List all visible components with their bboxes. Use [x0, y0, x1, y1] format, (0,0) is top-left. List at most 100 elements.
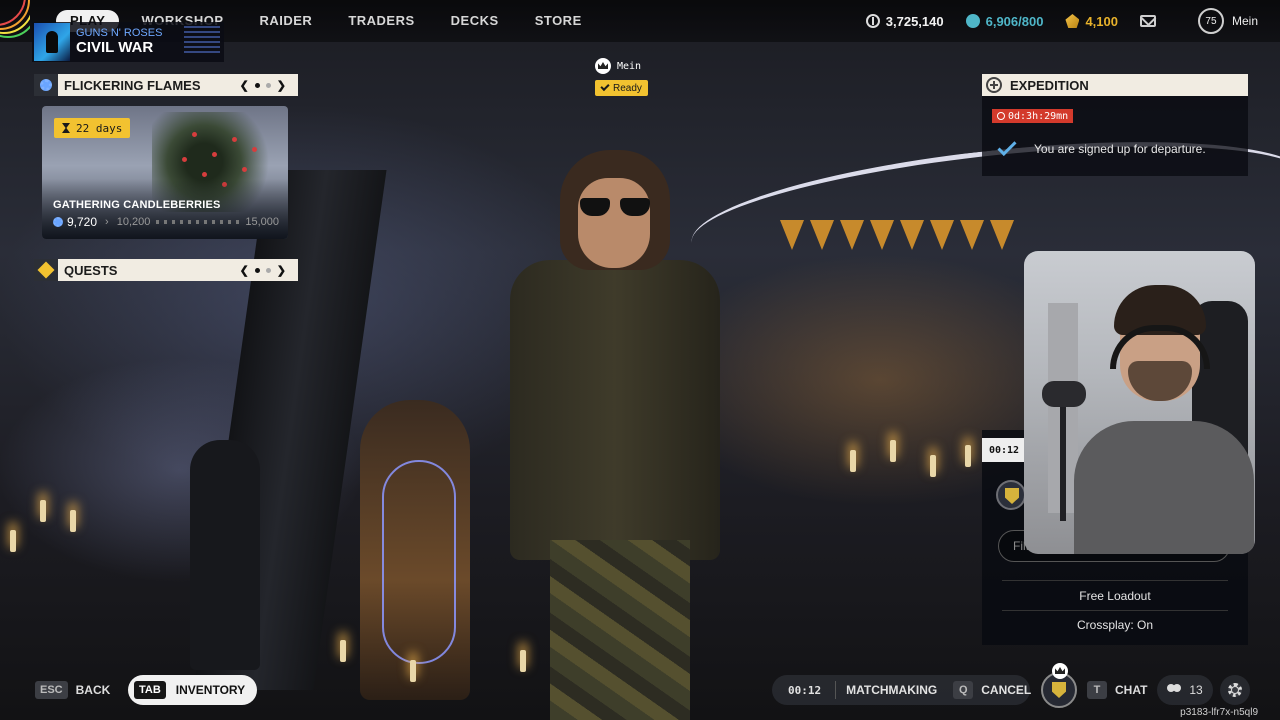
event-panel-header: FLICKERING FLAMES ❮ ❯ [34, 74, 298, 96]
expedition-panel: 0d:3h:29mn You are signed up for departu… [982, 96, 1248, 176]
clock-icon [997, 112, 1005, 120]
nav-decks[interactable]: DECKS [433, 0, 517, 42]
quests-badge [34, 259, 58, 281]
nav-traders[interactable]: TRADERS [330, 0, 432, 42]
candle [930, 455, 936, 477]
ready-status: Ready [613, 82, 642, 94]
expedition-panel-header[interactable]: EXPEDITION [982, 74, 1248, 96]
expedition-title: EXPEDITION [1010, 77, 1089, 93]
candle [890, 440, 896, 462]
event-title: FLICKERING FLAMES [64, 77, 201, 93]
raider-token-icon [1065, 14, 1080, 28]
inventory-label: INVENTORY [175, 683, 246, 697]
days-remaining: 22 days [76, 121, 123, 135]
chevron-right-icon[interactable]: ❯ [277, 264, 286, 277]
event-progress: 9,720 › 10,200 15,000 [53, 215, 279, 229]
raider-tokens-value: 4,100 [1085, 13, 1118, 29]
webcam-overlay [1024, 251, 1255, 554]
friends-button[interactable]: 13 [1157, 675, 1213, 705]
inventory-button[interactable]: TAB INVENTORY [128, 675, 257, 705]
candle [410, 660, 416, 682]
shrine-statue [360, 400, 470, 700]
days-remaining-badge: 22 days [54, 118, 131, 138]
chevron-right-icon: › [105, 216, 109, 228]
creds-value: 6,906/800 [985, 13, 1044, 29]
event-pager: ❮ ❯ [240, 79, 286, 92]
event-badge [34, 74, 58, 96]
hourglass-icon [62, 123, 70, 133]
check-icon [600, 81, 610, 92]
back-button[interactable]: ESC BACK [35, 676, 110, 704]
bunting-flags [780, 220, 1040, 260]
music-artist: GUNS N' ROSES [76, 27, 163, 39]
crossplay-option[interactable]: Crossplay: On [982, 618, 1248, 632]
coins-display[interactable]: 3,725,140 [865, 13, 944, 29]
matchmaking-bar: 00:12 MATCHMAKING Q CANCEL [772, 675, 1031, 705]
expedition-timer: 0d:3h:29mn [1008, 110, 1069, 122]
microphone [1042, 381, 1086, 407]
candle [850, 450, 856, 472]
candle [40, 500, 46, 522]
creds-display[interactable]: 6,906/800 [965, 13, 1044, 29]
divider [1002, 580, 1228, 581]
profile-button[interactable]: 75 Mein [1197, 0, 1258, 42]
candle [340, 640, 346, 662]
raider-tokens-display[interactable]: 4,100 [1065, 14, 1118, 29]
album-art [34, 23, 70, 61]
cancel-label: CANCEL [981, 683, 1032, 697]
q-keycap: Q [953, 681, 974, 699]
music-track: CIVIL WAR [76, 39, 154, 56]
ready-badge: Ready [595, 80, 648, 96]
progress-next: 10,200 [116, 216, 151, 228]
crown-icon [1052, 663, 1068, 679]
chevron-right-icon[interactable]: ❯ [277, 79, 286, 92]
event-card[interactable]: 22 days GATHERING CANDLEBERRIES 9,720 › … [42, 106, 288, 239]
session-id: p3183-lfr7x-n5ql9 [1180, 707, 1258, 718]
now-playing-card: GUNS N' ROSES CIVIL WAR [32, 22, 224, 62]
mail-icon[interactable] [1140, 15, 1156, 27]
gear-icon [53, 217, 63, 227]
settings-button[interactable] [1220, 675, 1250, 705]
friends-count: 13 [1189, 683, 1203, 697]
candle [10, 530, 16, 552]
tab-keycap: TAB [134, 681, 166, 699]
chat-label: CHAT [1115, 683, 1148, 697]
diamond-icon [37, 261, 55, 279]
t-keycap: T [1087, 681, 1107, 699]
pager-dot [265, 267, 271, 273]
squad-emblem-icon[interactable] [996, 480, 1026, 510]
divider [1002, 610, 1228, 611]
profile-name: Mein [1231, 14, 1258, 28]
back-label: BACK [75, 683, 111, 697]
chevron-left-icon[interactable]: ❮ [240, 79, 249, 92]
quests-panel-header: QUESTS ❮ ❯ [34, 259, 298, 281]
quests-pager: ❮ ❯ [240, 264, 286, 277]
nav-store[interactable]: STORE [517, 0, 600, 42]
progress-current-value: 9,720 [67, 215, 98, 229]
plus-circle-icon [986, 77, 1002, 93]
player-ready-indicator: Mein Ready [595, 58, 648, 96]
free-loadout-option[interactable]: Free Loadout [982, 589, 1248, 603]
pager-dot-active [254, 267, 260, 273]
nav-raider[interactable]: RAIDER [241, 0, 330, 42]
pager-dot [265, 82, 271, 88]
candle [70, 510, 76, 532]
cancel-matchmaking-button[interactable]: Q CANCEL [949, 681, 1031, 699]
quests-title: QUESTS [64, 262, 118, 278]
lobby-player-name: Mein [617, 60, 642, 72]
progress-dots [156, 220, 240, 224]
pager-dot-active [254, 82, 260, 88]
crown-icon [595, 58, 611, 74]
chevron-left-icon[interactable]: ❮ [240, 264, 249, 277]
matchmaking-label: MATCHMAKING [846, 683, 938, 697]
chat-button[interactable]: T CHAT [1087, 676, 1147, 704]
candle [965, 445, 971, 467]
coins-value: 3,725,140 [885, 13, 944, 29]
expedition-timer-badge: 0d:3h:29mn [992, 109, 1074, 123]
event-card-title: GATHERING CANDLEBERRIES [53, 199, 221, 211]
audio-spectrum [184, 26, 220, 56]
progress-current: 9,720 [53, 215, 97, 229]
people-icon [1167, 684, 1183, 696]
level-badge: 75 [1197, 8, 1224, 34]
squad-timer: 00:12 [982, 438, 1026, 462]
